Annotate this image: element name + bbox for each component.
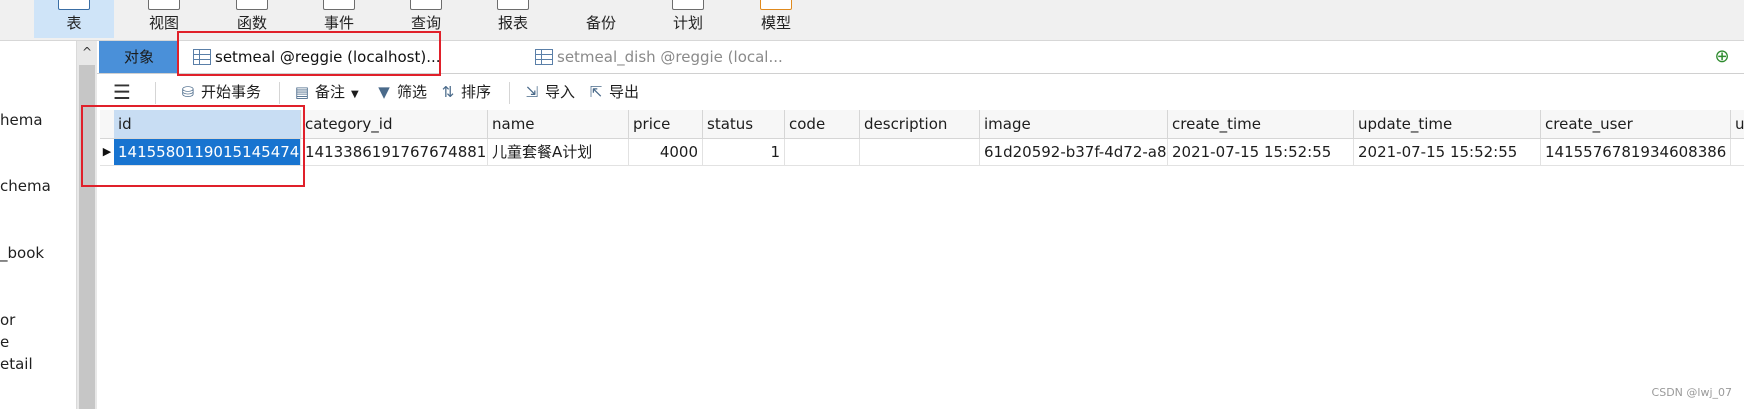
filter-icon: ▼: [378, 83, 390, 101]
table-icon: [58, 0, 90, 10]
query-icon: [410, 0, 442, 10]
ribbon-label: 事件: [323, 14, 354, 32]
chevron-down-icon: ▼: [351, 89, 359, 100]
table-toolbar: ☰ ⛁ 开始事务 ▤ 备注 ▼ ▼ 筛选 ⇅ 排序 ⇲ 导入 ⇱ 导出: [97, 74, 1744, 110]
sort-label: 排序: [461, 83, 492, 101]
object-sidebar: hema chema _book or e etail: [0, 41, 76, 409]
ribbon-view-button[interactable]: 视图: [124, 0, 204, 38]
column-header-status[interactable]: status: [703, 110, 785, 138]
ribbon-label: 报表: [497, 14, 528, 32]
watermark: CSDN @lwj_07: [1651, 386, 1732, 399]
ribbon-label: 备份: [585, 14, 616, 32]
cell-price[interactable]: 4000: [629, 139, 703, 165]
import-icon: ⇲: [525, 83, 539, 101]
toolbar-divider: [279, 82, 280, 104]
column-header-create-user[interactable]: create_user: [1541, 110, 1731, 138]
column-header-category-id[interactable]: category_id: [301, 110, 488, 138]
cell-image[interactable]: 61d20592-b37f-4d72-a86: [980, 139, 1168, 165]
tab-setmeal[interactable]: setmeal @reggie (localhost)...: [187, 41, 531, 73]
ribbon-function-button[interactable]: 函数: [212, 0, 292, 38]
import-button[interactable]: ⇲ 导入: [523, 74, 575, 110]
ribbon-label: 模型: [760, 14, 791, 32]
ribbon-query-button[interactable]: 查询: [386, 0, 466, 38]
report-icon: [497, 0, 529, 10]
sidebar-scrollbar[interactable]: ^: [76, 41, 97, 409]
sidebar-item[interactable]: e: [0, 333, 9, 351]
import-label: 导入: [545, 83, 576, 101]
ribbon-report-button[interactable]: 报表: [473, 0, 553, 38]
toolbar-divider: [509, 82, 510, 104]
filter-label: 筛选: [397, 83, 428, 101]
cell-create-time[interactable]: 2021-07-15 15:52:55: [1168, 139, 1354, 165]
memo-icon: ▤: [294, 83, 310, 101]
ribbon-label: 表: [66, 14, 82, 32]
memo-label: 备注: [315, 83, 346, 101]
cell-update-time[interactable]: 2021-07-15 15:52:55: [1354, 139, 1541, 165]
cell-status[interactable]: 1: [703, 139, 785, 165]
column-header-description[interactable]: description: [860, 110, 980, 138]
table-icon: [535, 49, 553, 65]
schedule-icon: [672, 0, 704, 10]
tab-label: setmeal @reggie (localhost)...: [215, 48, 441, 66]
function-icon: [236, 0, 268, 10]
export-label: 导出: [609, 83, 640, 101]
tab-objects[interactable]: 对象: [99, 41, 179, 73]
cell-code[interactable]: [785, 139, 860, 165]
ribbon-model-button[interactable]: 模型: [736, 0, 816, 38]
sort-icon: ⇅: [441, 83, 455, 101]
ribbon-backup-button[interactable]: 备份: [561, 0, 641, 38]
ribbon-event-button[interactable]: 事件: [299, 0, 379, 38]
sidebar-item[interactable]: etail: [0, 355, 33, 373]
export-button[interactable]: ⇱ 导出: [587, 74, 639, 110]
memo-button[interactable]: ▤ 备注 ▼: [293, 74, 359, 110]
ribbon-table-button[interactable]: 表: [34, 0, 114, 38]
column-header-update-time[interactable]: update_time: [1354, 110, 1541, 138]
data-grid: id category_id name price status code de…: [100, 110, 1744, 409]
column-header-update-user[interactable]: u: [1731, 110, 1744, 138]
begin-transaction-label: 开始事务: [201, 83, 262, 101]
tab-setmeal-dish[interactable]: setmeal_dish @reggie (local...: [529, 41, 817, 73]
ribbon-label: 视图: [148, 14, 179, 32]
ribbon-label: 查询: [410, 14, 441, 32]
ribbon-label: 函数: [236, 14, 267, 32]
tab-label: setmeal_dish @reggie (local...: [557, 48, 783, 66]
event-icon: [323, 0, 355, 10]
table-icon: [193, 49, 211, 65]
begin-transaction-button[interactable]: ⛁ 开始事务: [179, 74, 261, 110]
cell-description[interactable]: [860, 139, 980, 165]
column-header-image[interactable]: image: [980, 110, 1168, 138]
scroll-up-icon[interactable]: ^: [77, 43, 97, 61]
view-icon: [148, 0, 180, 10]
column-header-id[interactable]: id: [114, 110, 301, 138]
sidebar-item[interactable]: or: [0, 311, 15, 329]
menu-icon[interactable]: ☰: [113, 74, 131, 110]
tab-bar: 对象 setmeal @reggie (localhost)... setmea…: [97, 41, 1744, 74]
sidebar-item[interactable]: hema: [0, 111, 43, 129]
ribbon-schedule-button[interactable]: 计划: [648, 0, 728, 38]
cell-category-id[interactable]: 1413386191767674881: [301, 139, 488, 165]
model-icon: [760, 0, 792, 10]
table-row[interactable]: ▶ 1415580119015145474 141338619176767488…: [100, 139, 1744, 166]
sidebar-item[interactable]: _book: [0, 244, 44, 262]
toolbar-divider: [155, 82, 156, 104]
column-header-name[interactable]: name: [488, 110, 629, 138]
ribbon-toolbar: 表 视图 函数 事件 查询 报表 备份 计划 模型: [0, 0, 1744, 41]
cell-name[interactable]: 儿童套餐A计划: [488, 139, 629, 165]
column-header-price[interactable]: price: [629, 110, 703, 138]
filter-button[interactable]: ▼ 筛选: [375, 74, 427, 110]
column-header-code[interactable]: code: [785, 110, 860, 138]
column-header-create-time[interactable]: create_time: [1168, 110, 1354, 138]
cell-create-user[interactable]: 1415576781934608386: [1541, 139, 1731, 165]
sidebar-item[interactable]: chema: [0, 177, 51, 195]
add-connection-icon[interactable]: ⊕: [1712, 47, 1732, 67]
sort-button[interactable]: ⇅ 排序: [439, 74, 491, 110]
ribbon-label: 计划: [672, 14, 703, 32]
row-pointer-icon: ▶: [100, 139, 115, 165]
cell-id[interactable]: 1415580119015145474: [114, 139, 301, 165]
grid-header: id category_id name price status code de…: [100, 110, 1744, 139]
scrollbar-thumb[interactable]: [79, 65, 95, 409]
transaction-icon: ⛁: [181, 83, 195, 101]
export-icon: ⇱: [589, 83, 603, 101]
